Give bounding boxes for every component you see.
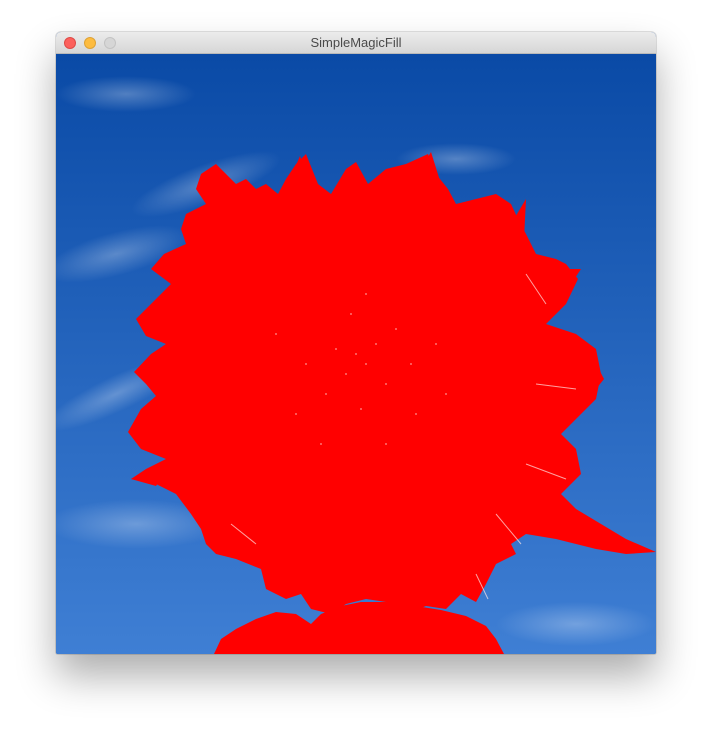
- window-title: SimpleMagicFill: [310, 35, 402, 50]
- app-window: SimpleMagicFill: [56, 32, 656, 654]
- title-bar[interactable]: SimpleMagicFill: [56, 32, 656, 54]
- desktop: SimpleMagicFill: [0, 0, 712, 734]
- sunflower-fill-image: [56, 54, 656, 654]
- image-canvas[interactable]: [56, 54, 656, 654]
